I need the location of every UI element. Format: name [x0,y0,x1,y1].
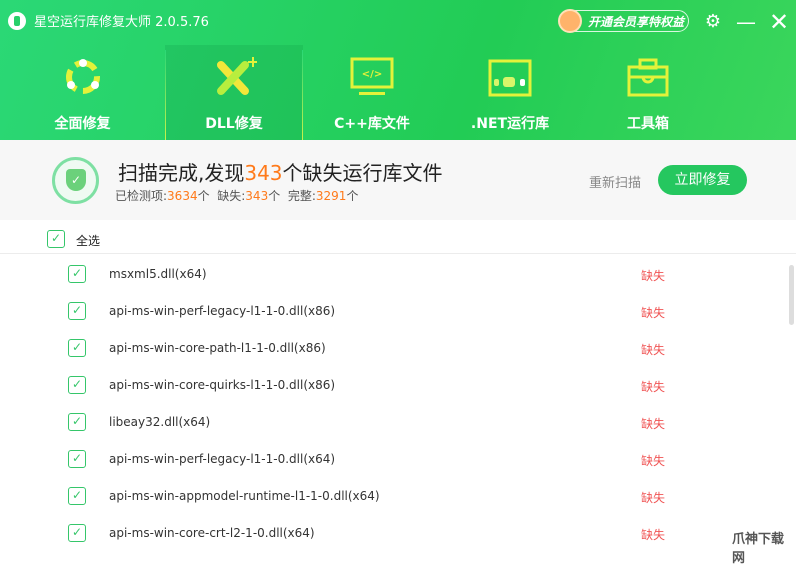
tab-label: DLL修复 [205,116,263,132]
item-checkbox[interactable]: ✓ [68,450,86,468]
status-badge: 缺失 [641,454,666,468]
app-logo-icon [8,11,26,30]
select-all-row: ✓ 全选 [0,220,796,254]
status-badge: 缺失 [641,269,666,283]
item-checkbox[interactable]: ✓ [68,376,86,394]
scan-stats: 已检测项:3634个 缺失:343个 完整:3291个 [115,187,358,204]
status-badge: 缺失 [641,417,666,431]
list-item[interactable]: ✓ libeay32.dll(x64) 缺失 [0,403,790,440]
item-checkbox[interactable]: ✓ [68,413,86,431]
item-checkbox[interactable]: ✓ [68,265,86,283]
dll-tools-icon [217,57,257,95]
dotnet-calendar-icon [488,59,532,97]
tab-divider [302,50,303,140]
status-badge: 缺失 [641,343,666,357]
list-item[interactable]: ✓ api-ms-win-perf-legacy-l1-1-0.dll(x64) 缺… [0,440,790,477]
shield-icon [52,157,99,204]
cycle-icon [65,59,100,94]
list-item[interactable]: ✓ api-ms-win-appmodel-runtime-l1-1-0.dll(… [0,477,790,514]
file-name: api-ms-win-perf-legacy-l1-1-0.dll(x86) [109,304,336,318]
list-item[interactable]: ✓ api-ms-win-core-quirks-l1-1-0.dll(x86) 缺… [0,366,790,403]
gear-icon[interactable]: ⚙ [701,10,725,34]
status-badge: 缺失 [641,491,666,505]
select-all-checkbox[interactable]: ✓ [47,230,65,248]
status-badge: 缺失 [641,380,666,394]
avatar [558,9,582,33]
tab-dotnet-runtime[interactable]: .NET运行库 [441,45,579,140]
file-name: api-ms-win-core-path-l1-1-0.dll(x86) [109,341,326,355]
list-item[interactable]: ✓ api-ms-win-perf-legacy-l1-1-0.dll(x86) 缺… [0,292,790,329]
file-name: api-ms-win-core-quirks-l1-1-0.dll(x86) [109,378,336,392]
tab-full-repair[interactable]: 全面修复 [0,45,165,140]
header-bar: 星空运行库修复大师 2.0.5.76 开通会员享特权益 ⚙ — ✕ 全面修复 D… [0,0,796,140]
app-title-text: 星空运行库修复大师 2.0.5.76 [34,15,209,30]
unit: 个 [268,189,281,203]
file-name: libeay32.dll(x64) [109,415,211,429]
tab-label: C++库文件 [334,116,410,132]
item-checkbox[interactable]: ✓ [68,487,86,505]
select-all-label: 全选 [76,234,101,248]
watermark: 爪神下载网 [732,532,785,566]
checked-label: 已检测项: [115,189,168,203]
status-badge: 缺失 [641,528,666,542]
title-suffix: 个缺失运行库文件 [282,161,443,185]
item-checkbox[interactable]: ✓ [68,524,86,542]
unit: 个 [346,189,359,203]
missing-count: 343 [244,161,283,185]
close-icon[interactable]: ✕ [767,10,791,34]
scrollbar[interactable] [789,265,794,325]
tab-label: 全面修复 [54,116,111,132]
tab-cpp-library[interactable]: </> C++库文件 [303,45,441,140]
file-name: api-ms-win-appmodel-runtime-l1-1-0.dll(x… [109,489,380,503]
item-checkbox[interactable]: ✓ [68,302,86,320]
file-name: api-ms-win-perf-legacy-l1-1-0.dll(x64) [109,452,336,466]
tab-dll-repair[interactable]: DLL修复 [165,45,303,140]
file-name: api-ms-win-core-crt-l2-1-0.dll(x64) [109,526,315,540]
status-badge: 缺失 [641,306,666,320]
toolbox-icon [627,58,669,97]
rescan-button[interactable]: 重新扫描 [589,172,641,191]
complete-value: 3291 [315,189,347,203]
app-title: 星空运行库修复大师 2.0.5.76 [8,11,209,30]
vip-label: 开通会员享特权益 [588,14,685,29]
tab-toolbox[interactable]: 工具箱 [579,45,717,140]
checked-value: 3634 [167,189,198,203]
fix-now-button[interactable]: 立即修复 [658,165,747,195]
list-item[interactable]: ✓ api-ms-win-core-path-l1-1-0.dll(x86) 缺失 [0,329,790,366]
monitor-code-icon: </> [350,57,394,95]
minimize-icon[interactable]: — [734,10,758,34]
file-name: msxml5.dll(x64) [109,267,207,281]
missing-label: 缺失: [217,189,246,203]
svg-text:</>: </> [362,69,382,80]
tab-label: .NET运行库 [470,116,550,132]
list-item[interactable]: ✓ api-ms-win-core-crt-l2-1-0.dll(x64) 缺失 [0,514,790,551]
missing-value: 343 [245,189,269,203]
vip-button[interactable]: 开通会员享特权益 [558,9,689,33]
scan-result-title: 扫描完成,发现343个缺失运行库文件 [118,157,443,186]
item-checkbox[interactable]: ✓ [68,339,86,357]
list-item[interactable]: ✓ msxml5.dll(x64) 缺失 [0,255,790,292]
unit: 个 [197,189,210,203]
tab-label: 工具箱 [627,116,669,132]
complete-label: 完整: [287,189,316,203]
tab-divider [165,50,166,140]
title-prefix: 扫描完成,发现 [118,161,245,185]
